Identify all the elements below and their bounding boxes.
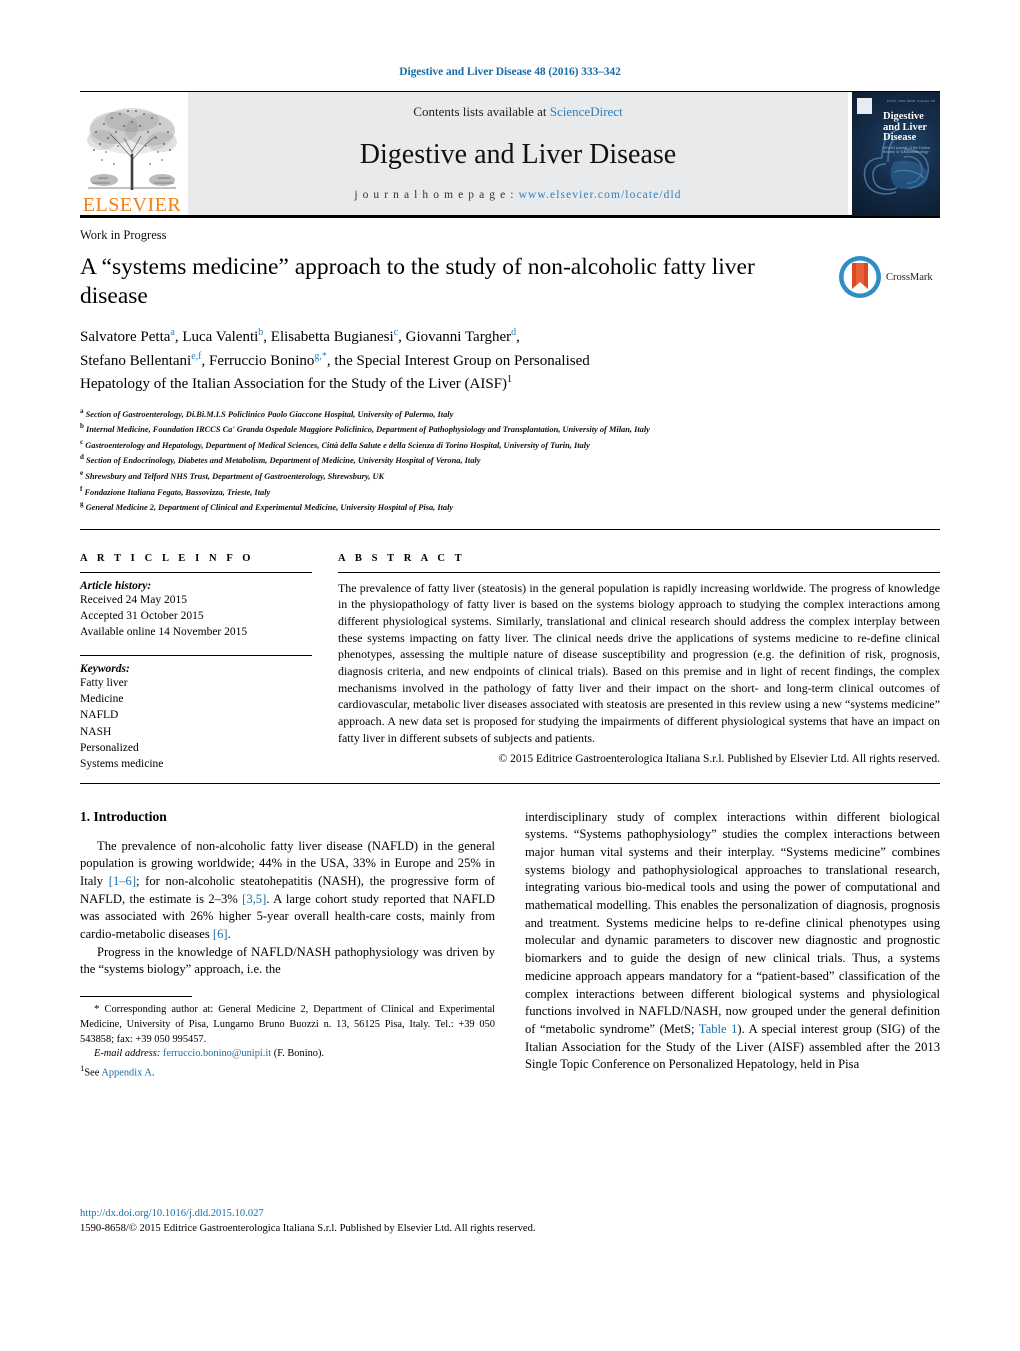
affiliation-text: Internal Medicine, Foundation IRCCS Ca' … [86,425,650,435]
elsevier-tree-icon [84,102,180,194]
section-heading-introduction: 1. Introduction [80,808,167,824]
abstract-divider [338,571,940,573]
footer-copyright: 1590-8658/© 2015 Editrice Gastroenterolo… [80,1223,536,1235]
article-title-block: Work in Progress A “systems medicine” ap… [80,228,940,515]
page-title: A “systems medicine” approach to the stu… [80,254,755,310]
affiliation-item: a Section of Gastroenterology, Di.Bi.M.I… [80,406,940,422]
page-footer: http://dx.doi.org/10.1016/j.dld.2015.10.… [80,1206,536,1237]
appendix-see: See [84,1067,102,1079]
abstract-text: The prevalence of fatty liver (steatosis… [338,580,940,745]
contents-prefix: Contents lists available at [413,104,550,119]
affiliation-text: Shrewsbury and Telford NHS Trust, Depart… [85,471,385,481]
keyword-item: NAFLD [80,709,119,722]
abstract-heading: A B S T R A C T [338,552,466,564]
appendix-suffix: . [151,1067,155,1079]
affiliation-item: g General Medicine 2, Department of Clin… [80,499,940,515]
journal-title: Digestive and Liver Disease [359,138,677,170]
affiliation-marker: e [80,469,84,477]
keyword-item: Systems medicine [80,758,164,771]
sciencedirect-link[interactable]: ScienceDirect [550,104,623,119]
body-column-right: interdisciplinary study of complex inter… [525,809,940,1082]
corresponding-author-note: * Corresponding author at: General Medic… [80,1003,495,1045]
abstract-column: A B S T R A C T The prevalence of fatty … [338,541,940,773]
keyword-item: Fatty liver [80,676,128,689]
article-history-accepted: Accepted 31 October 2015 [80,610,204,623]
journal-cover-thumbnail: ISSN 1590-8658 Volume 48 Digestive and L… [852,92,940,216]
appendix-a-link[interactable]: Appendix A [101,1068,152,1079]
paragraph: Progress in the knowledge of NAFLD/NASH … [80,944,495,977]
affiliation-text: Gastroenterology and Hepatology, Departm… [85,440,590,450]
affiliation-marker: d [80,453,84,462]
keywords-divider [80,654,312,656]
affiliation-marker: g [80,500,84,509]
masthead-bottom-rule [80,215,940,218]
affiliation-text: Fondazione Italiana Fegato, Bassovizza, … [84,487,271,497]
article-history-online: Available online 14 November 2015 [80,626,248,639]
contents-list-line: Contents lists available at ScienceDirec… [413,104,622,120]
affiliation-marker: c [80,437,84,446]
masthead-center-panel: Contents lists available at ScienceDirec… [188,92,848,215]
keywords-label: Keywords: [80,662,130,675]
cover-journal-title: Digestive and Liver Disease [883,111,927,144]
footnote-block: * Corresponding author at: General Medic… [80,996,495,1081]
affiliation-item: d Section of Endocrinology, Diabetes and… [80,452,940,468]
article-history-received: Received 24 May 2015 [80,593,187,606]
cover-elsevier-mark [857,98,872,114]
email-owner: (F. Bonino). [273,1048,325,1060]
email-link[interactable]: ferruccio.bonino@unipi.it [163,1048,271,1059]
two-column-layout: 1. Introduction The prevalence of non-al… [80,795,940,1082]
elsevier-logo: ELSEVIER [80,92,184,215]
keyword-item: NASH [80,725,112,738]
abstract-copyright: © 2015 Editrice Gastroenterologica Itali… [498,753,940,766]
doi-link[interactable]: http://dx.doi.org/10.1016/j.dld.2015.10.… [80,1206,536,1221]
affiliation-item: b Internal Medicine, Foundation IRCCS Ca… [80,421,940,437]
affiliation-text: Section of Gastroenterology, Di.Bi.M.I.S… [85,409,454,419]
keyword-item: Personalized [80,741,139,754]
running-head: Digestive and Liver Disease 48 (2016) 33… [399,66,621,78]
elsevier-wordmark: ELSEVIER [82,194,182,216]
cover-title-line-3: Disease [883,132,917,144]
crossmark-badge[interactable]: CrossMark [838,252,942,302]
affiliation-item: f Fondazione Italiana Fegato, Bassovizza… [80,484,940,500]
affiliation-marker: f [80,484,83,493]
cover-subtitle: official journal of the Italian Society … [883,146,930,154]
affiliation-item: e Shrewsbury and Telford NHS Trust, Depa… [80,468,940,484]
body-column-left: 1. Introduction The prevalence of non-al… [80,809,495,1082]
cover-title-line-1: Digestive [883,111,924,122]
article-history-label: Article history: [80,579,152,592]
affiliation-text: Section of Endocrinology, Diabetes and M… [86,456,481,466]
article-type-kicker: Work in Progress [80,228,167,242]
crossmark-icon [839,256,881,298]
article-info-heading: A R T I C L E I N F O [80,552,255,564]
appendix-note: 1See Appendix A. [80,1062,495,1081]
journal-article-page: Digestive and Liver Disease 48 (2016) 33… [0,0,1020,1351]
homepage-url-link[interactable]: www.elsevier.com/locate/dld [519,189,682,201]
keyword-item: Medicine [80,693,124,705]
crossmark-label: CrossMark [886,271,933,283]
affiliation-text: General Medicine 2, Department of Clinic… [85,502,454,512]
journal-masthead: ELSEVIER Contents lists available at Sci… [80,91,940,216]
article-body: 1. Introduction The prevalence of non-al… [80,782,940,1082]
paragraph: The prevalence of non-alcoholic fatty li… [80,838,495,942]
info-divider [80,571,312,573]
article-info-column: A R T I C L E I N F O Article history: R… [80,541,312,773]
affiliation-item: c Gastroenterology and Hepatology, Depar… [80,437,940,453]
homepage-label: j o u r n a l h o m e p a g e : [354,189,519,201]
affiliation-list: a Section of Gastroenterology, Di.Bi.M.I… [80,406,940,515]
info-abstract-section: A R T I C L E I N F O Article history: R… [80,528,940,773]
affiliation-marker: b [80,422,84,431]
email-note: E-mail address: ferruccio.bonino@unipi.i… [80,1047,495,1062]
affiliation-marker: a [80,406,84,415]
author-list: Salvatore Pettaa, Luca Valentib, Elisabe… [80,327,590,393]
journal-homepage-line: j o u r n a l h o m e p a g e : www.else… [354,189,681,201]
email-label: E-mail address: [94,1048,161,1060]
paragraph: interdisciplinary study of complex inter… [525,809,941,1072]
cover-issn-line: ISSN 1590-8658 Volume 48 [887,99,935,103]
